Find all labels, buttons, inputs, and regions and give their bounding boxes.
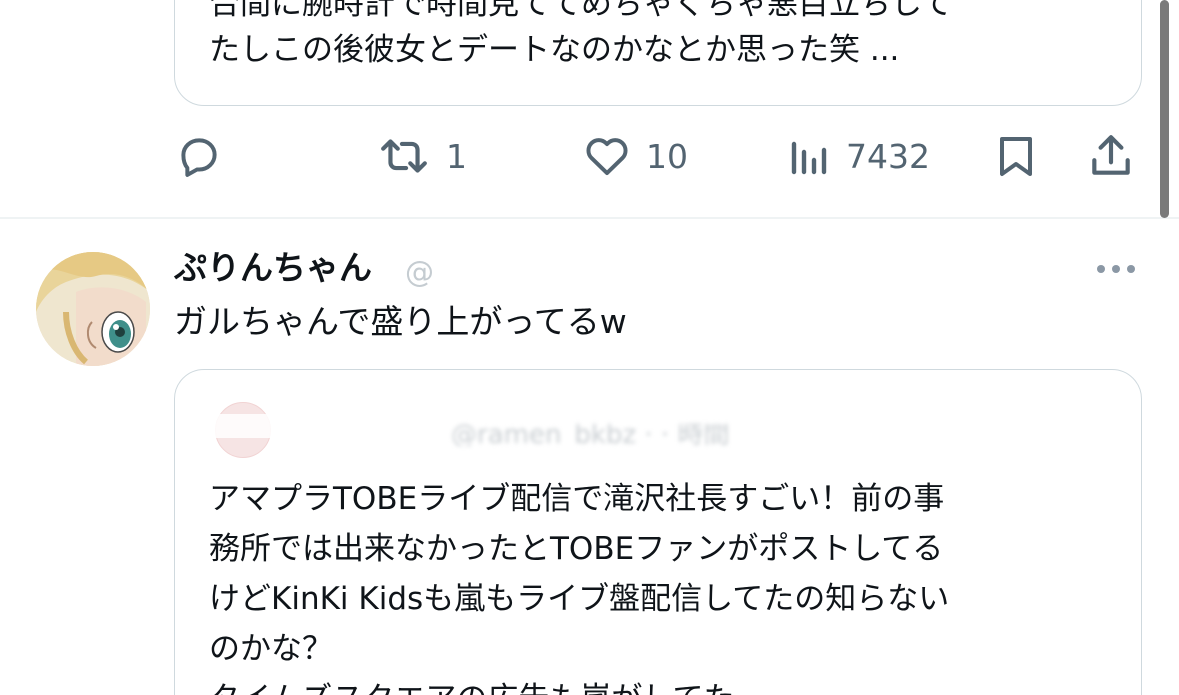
more-icon: [1097, 265, 1135, 273]
post-divider: [0, 217, 1179, 219]
bookmark-icon: [1000, 137, 1032, 176]
post-action-bar: 1 10 7432: [174, 126, 1142, 186]
quoted-author: @ramen_bkbz · · 時間: [451, 424, 730, 446]
quoted-post-text-line: たしこの後彼女とデートなのかなとか思った笑 ...: [209, 32, 900, 68]
heart-icon: [586, 138, 628, 176]
retweet-icon: [381, 139, 427, 173]
bookmark-button[interactable]: [994, 126, 1038, 186]
quoted-text-line: のかな？: [209, 631, 333, 667]
views-button[interactable]: 7432: [788, 126, 930, 186]
avatar[interactable]: [36, 252, 150, 366]
quoted-post-text: アマプラTOBEライブ配信で滝沢社長すごい！前の事 務所では出来なかったとTOB…: [209, 474, 1109, 695]
display-name[interactable]: ぷりんちゃん: [174, 244, 372, 292]
quoted-text-line: けどKinKi Kidsも嵐もライブ盤配信してたの知らない: [209, 581, 950, 617]
more-button[interactable]: [1094, 257, 1138, 281]
post-text: ガルちゃんで盛り上がってるw: [174, 302, 627, 341]
quoted-text-line: タイムズスクエアの広告も嵐がしてた: [209, 674, 1109, 695]
quoted-text-line: 務所では出来なかったとTOBEファンがポストしてる: [209, 531, 944, 567]
quoted-post-text-line: 合間に腕時計で時間見ててめちゃくちゃ悪目立ちして: [209, 0, 953, 22]
reply-button[interactable]: [174, 126, 224, 186]
quoted-post-card[interactable]: @ramen_bkbz · · 時間 アマプラTOBEライブ配信で滝沢社長すごい…: [174, 369, 1142, 695]
timeline: 合間に腕時計で時間見ててめちゃくちゃ悪目立ちして たしこの後彼女とデートなのかな…: [0, 0, 1179, 695]
user-handle[interactable]: @: [405, 252, 434, 292]
quoted-text-line: アマプラTOBEライブ配信で滝沢社長すごい！前の事: [209, 481, 945, 517]
like-count: 10: [646, 136, 688, 176]
views-icon: [791, 141, 827, 175]
quoted-post-card[interactable]: 合間に腕時計で時間見ててめちゃくちゃ悪目立ちして たしこの後彼女とデートなのかな…: [174, 0, 1142, 106]
views-count: 7432: [846, 136, 930, 176]
share-button[interactable]: [1086, 126, 1136, 186]
retweet-button[interactable]: 1: [376, 126, 467, 186]
retweet-count: 1: [446, 136, 467, 176]
avatar-image: [36, 252, 150, 366]
like-button[interactable]: 10: [582, 126, 688, 186]
reply-icon: [181, 138, 217, 177]
share-icon: [1092, 135, 1130, 175]
scrollbar[interactable]: [1160, 0, 1169, 218]
